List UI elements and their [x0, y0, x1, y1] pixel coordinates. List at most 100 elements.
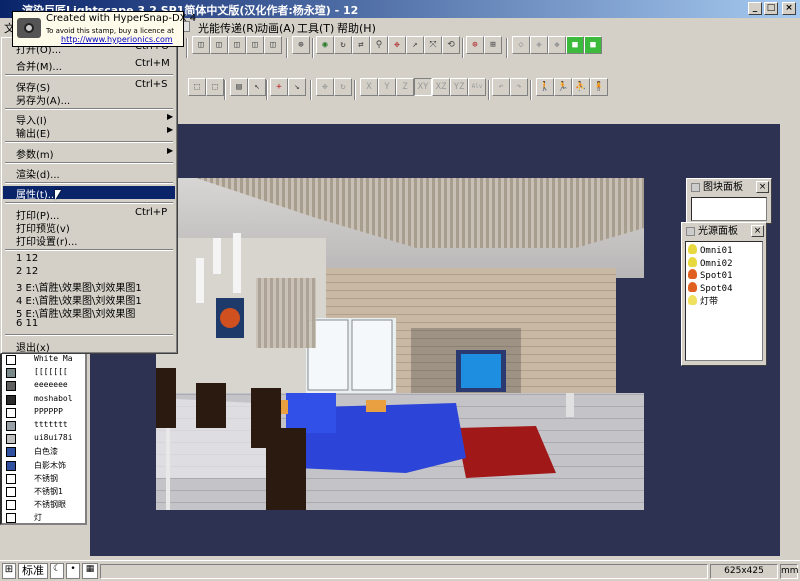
moon-icon[interactable]: ☾ — [50, 563, 64, 579]
light-panel-close-button[interactable]: × — [751, 225, 764, 237]
menu-properties[interactable]: 属性(t)... — [3, 186, 175, 201]
light-item[interactable]: Omni02 — [688, 256, 733, 269]
fly-icon[interactable]: ↗ — [406, 36, 424, 54]
light-list[interactable]: Omni01 Omni02 Spot01 Spot04 灯带 — [685, 241, 763, 361]
light-item[interactable]: Omni01 — [688, 244, 733, 256]
material-item[interactable]: 白色漆 — [2, 446, 85, 459]
zoom-icon[interactable]: ⚲ — [370, 36, 388, 54]
walk-icon[interactable]: ⇄ — [352, 36, 370, 54]
undo-icon[interactable]: ↶ — [492, 78, 510, 96]
move-icon[interactable]: ✥ — [316, 78, 334, 96]
menu-parameters[interactable]: 参数(m) ▶ — [3, 146, 175, 161]
punct-icon[interactable]: • — [66, 563, 80, 579]
maximize-button[interactable]: □ — [764, 2, 778, 15]
menu-merge[interactable]: 合并(M)... Ctrl+M — [3, 58, 175, 73]
material-item[interactable]: White Ma — [2, 354, 85, 367]
menu-recent-6[interactable]: 6 11 — [3, 318, 175, 331]
menu-import[interactable]: 导入(I) ▶ — [3, 112, 175, 127]
menu-help[interactable]: 帮助(H) — [337, 20, 376, 36]
axis-y-button[interactable]: Y — [378, 78, 396, 96]
view-cube-2-button[interactable]: ◫ — [210, 36, 228, 54]
menu-print[interactable]: 打印(P)... Ctrl+P — [3, 207, 175, 222]
material-swatch — [6, 434, 16, 445]
menu-exit[interactable]: 退出(x) — [3, 339, 175, 354]
dolly-icon[interactable]: ⤧ — [424, 36, 442, 54]
texture-shade-icon[interactable]: ■ — [584, 36, 602, 54]
zoom-window-button[interactable]: ⊕ — [292, 36, 310, 54]
material-list[interactable]: White Ma [[[[[[[eeeeeee moshabol PPPPPP tttt… — [0, 350, 87, 525]
light-item[interactable]: 灯带 — [688, 294, 718, 307]
menu-radiosity[interactable]: 光能传递(R) — [198, 20, 258, 36]
block-panel-close-button[interactable]: × — [756, 181, 769, 193]
menu-recent-5[interactable]: 5 E:\首胜\效果图\刘效果图 — [3, 305, 175, 320]
hidden-line-icon[interactable]: ◈ — [530, 36, 548, 54]
person-stand-icon[interactable]: 🧍 — [590, 78, 608, 96]
spin-icon[interactable]: ↻ — [334, 78, 352, 96]
view-cube-3-button[interactable]: ◫ — [228, 36, 246, 54]
menu-tools[interactable]: 工具(T) — [297, 20, 334, 36]
plane-xy-button[interactable]: XY — [414, 78, 432, 96]
plane-xz-button[interactable]: XZ — [432, 78, 450, 96]
material-item[interactable]: 不锈钢 — [2, 473, 85, 486]
material-name: White Ma — [34, 354, 73, 363]
menu-recent-1[interactable]: 1 12 — [3, 253, 175, 266]
pointer-icon[interactable]: ↖ — [248, 78, 266, 96]
axis-z-button[interactable]: Z — [396, 78, 414, 96]
menu-print-preview[interactable]: 打印预览(v) — [3, 220, 175, 235]
person-run-icon[interactable]: 🏃 — [554, 78, 572, 96]
menu-animation[interactable]: 动画(A) — [257, 20, 295, 36]
menu-recent-4[interactable]: 4 E:\首胜\效果图\刘效果图1 — [3, 292, 175, 307]
orbit-icon[interactable]: ↻ — [334, 36, 352, 54]
pan-icon[interactable]: ✥ — [388, 36, 406, 54]
block-panel-list[interactable] — [691, 197, 767, 221]
material-item[interactable]: eeeeeee — [2, 380, 85, 393]
select-icon[interactable]: ⬚ — [188, 78, 206, 96]
ime-icon[interactable]: ⊞ — [2, 563, 16, 579]
wireframe-icon[interactable]: ◇ — [512, 36, 530, 54]
material-item[interactable]: 不锈钢1 — [2, 486, 85, 499]
view-cube-5-button[interactable]: ◫ — [264, 36, 282, 54]
align-view-button[interactable]: Alv — [468, 78, 486, 96]
target-icon[interactable]: ↘ — [288, 78, 306, 96]
keyboard-icon[interactable]: ▦ — [82, 563, 98, 579]
axis-x-button[interactable]: X — [360, 78, 378, 96]
light-item[interactable]: Spot04 — [688, 281, 733, 294]
material-item[interactable]: [[[[[[[ — [2, 367, 85, 380]
stamp-link[interactable]: http://www.hyperionics.com — [61, 35, 173, 45]
eye-icon[interactable]: ◉ — [316, 36, 334, 54]
material-item[interactable]: ttttttt — [2, 420, 85, 433]
light-item[interactable]: Spot01 — [688, 269, 733, 281]
flat-shade-icon[interactable]: ◆ — [548, 36, 566, 54]
person-walk-icon[interactable]: 🚶 — [536, 78, 554, 96]
view-cube-4-button[interactable]: ◫ — [246, 36, 264, 54]
material-item[interactable]: 灯 — [2, 512, 85, 523]
add-point-icon[interactable]: + — [270, 78, 288, 96]
select-2-icon[interactable]: ⬚ — [206, 78, 224, 96]
menu-render[interactable]: 渲染(d)... — [3, 166, 175, 181]
menu-recent-2[interactable]: 2 12 — [3, 266, 175, 279]
person-jump-icon[interactable]: ⛹ — [572, 78, 590, 96]
material-item[interactable]: PPPPPP — [2, 407, 85, 420]
material-name: PPPPPP — [34, 406, 63, 416]
redo-icon[interactable]: ↷ — [510, 78, 528, 96]
menu-save-as[interactable]: 另存为(A)... — [3, 92, 175, 107]
material-item[interactable]: 白影木饰 — [2, 460, 85, 473]
layer-icon[interactable]: ▤ — [230, 78, 248, 96]
menu-save[interactable]: 保存(S) Ctrl+S — [3, 79, 175, 94]
view-cube-1-button[interactable]: ◫ — [192, 36, 210, 54]
rotate-icon[interactable]: ⟲ — [442, 36, 460, 54]
zoom-all-icon[interactable]: ⊞ — [484, 36, 502, 54]
plane-yz-button[interactable]: YZ — [450, 78, 468, 96]
menu-print-setup[interactable]: 打印设置(r)... — [3, 233, 175, 248]
close-button[interactable]: × — [782, 2, 796, 15]
minimize-button[interactable]: _ — [748, 2, 762, 15]
ime-mode[interactable]: 标准 — [18, 563, 48, 579]
material-item[interactable]: 不锈钢眼 — [2, 499, 85, 512]
render-viewport-image[interactable] — [156, 178, 644, 510]
zoom-extents-icon[interactable]: ⊕ — [466, 36, 484, 54]
menu-recent-3[interactable]: 3 E:\首胜\效果图\刘效果图1 — [3, 279, 175, 294]
menu-export[interactable]: 输出(E) ▶ — [3, 125, 175, 140]
material-item[interactable]: ui8ui78i — [2, 433, 85, 446]
smooth-shade-icon[interactable]: ■ — [566, 36, 584, 54]
material-item[interactable]: moshabol — [2, 394, 85, 407]
